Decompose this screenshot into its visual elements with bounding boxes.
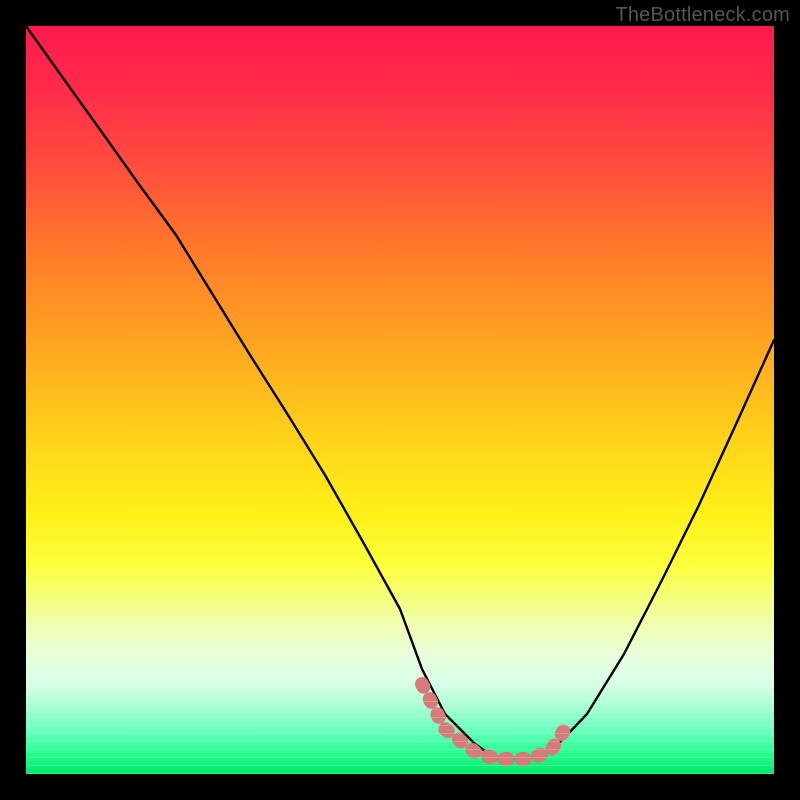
- chart-frame: TheBottleneck.com: [0, 0, 800, 800]
- plot-area: [26, 26, 774, 774]
- bottleneck-curve: [26, 26, 774, 759]
- curve-layer: [26, 26, 774, 774]
- credit-label: TheBottleneck.com: [615, 4, 790, 27]
- highlight-band: [422, 684, 565, 759]
